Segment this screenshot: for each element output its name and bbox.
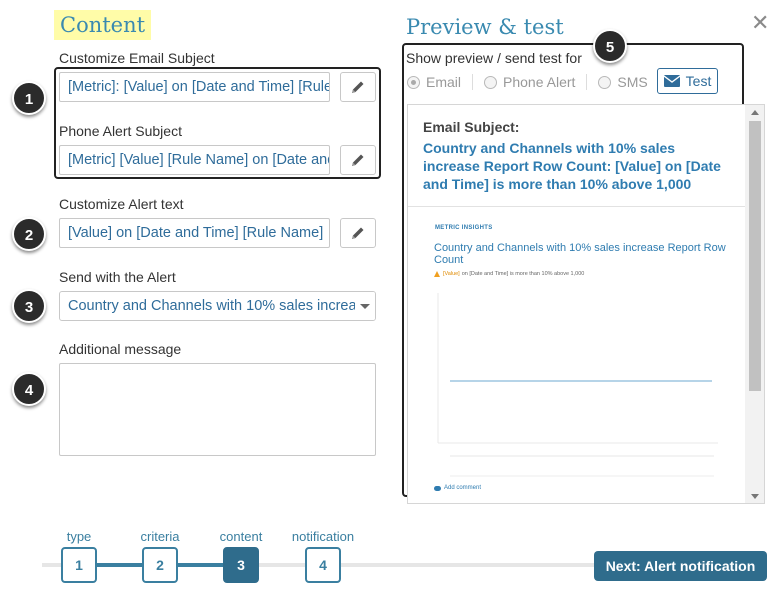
wizard-step-notification[interactable]: 4	[305, 547, 341, 583]
divider	[586, 74, 588, 90]
step-badge-3: 3	[12, 289, 46, 323]
preview-channel-options: Email Phone Alert SMS	[407, 70, 648, 94]
radio-email-label[interactable]: Email	[426, 74, 461, 90]
send-with-label: Send with the Alert	[59, 269, 176, 285]
mini-warning-text: on [Date and Time] is more than 10% abov…	[461, 271, 585, 277]
send-with-select[interactable]: Country and Channels with 10% sales incr…	[59, 291, 376, 321]
next-button[interactable]: Next: Alert notification	[594, 551, 767, 581]
divider	[408, 206, 745, 207]
radio-sms[interactable]	[598, 75, 612, 89]
wizard-step-criteria[interactable]: 2	[142, 547, 178, 583]
radio-phone-label[interactable]: Phone Alert	[503, 74, 575, 90]
step-badge-2: 2	[12, 217, 46, 251]
email-subject-preview-label: Email Subject:	[423, 119, 520, 135]
show-preview-label: Show preview / send test for	[406, 50, 582, 66]
content-title: Content	[54, 10, 152, 40]
additional-message-label: Additional message	[59, 341, 182, 357]
alert-text-field[interactable]: [Value] on [Date and Time] [Rule Name]	[59, 218, 330, 248]
mini-warning-value: [Value]	[443, 271, 460, 277]
scroll-down-icon[interactable]	[751, 494, 759, 499]
mini-chart-title: Country and Channels with 10% sales incr…	[434, 242, 726, 266]
radio-phone[interactable]	[484, 75, 498, 89]
add-comment-label: Add comment	[444, 485, 482, 491]
wizard-label-type: type	[66, 529, 92, 544]
metric-insights-logo: METRIC INSIGHTS	[435, 225, 493, 231]
wizard-label-content: content	[219, 529, 263, 544]
comment-icon	[434, 485, 441, 491]
mini-chart-thumbnail	[437, 293, 718, 477]
wizard-label-notification: notification	[291, 529, 355, 544]
test-button[interactable]: Test	[657, 68, 718, 94]
chevron-down-icon	[355, 292, 375, 320]
envelope-icon	[663, 75, 680, 87]
preview-scrollbar[interactable]	[745, 105, 764, 503]
radio-email[interactable]	[407, 75, 420, 89]
radio-sms-label[interactable]: SMS	[617, 74, 647, 90]
scroll-thumb[interactable]	[749, 121, 761, 391]
wizard-step-type[interactable]: 1	[61, 547, 97, 583]
wizard-step-content[interactable]: 3	[223, 547, 259, 583]
close-icon[interactable]: ✕	[751, 10, 769, 36]
preview-title: Preview & test	[406, 15, 564, 39]
step-badge-5: 5	[593, 29, 627, 63]
warning-icon	[434, 271, 440, 277]
additional-message-textarea[interactable]	[59, 363, 376, 456]
subject-group-outline	[54, 67, 381, 179]
alert-text-label: Customize Alert text	[59, 196, 184, 212]
add-comment-link[interactable]: Add comment	[434, 485, 481, 491]
email-subject-label: Customize Email Subject	[59, 50, 215, 66]
mini-warning-line: [Value] on [Date and Time] is more than …	[434, 271, 584, 277]
edit-alert-text-button[interactable]	[340, 218, 376, 248]
email-subject-preview: Country and Channels with 10% sales incr…	[423, 140, 721, 192]
test-button-label: Test	[685, 73, 712, 89]
scroll-up-icon[interactable]	[751, 110, 759, 115]
preview-pane[interactable]: Email Subject: Country and Channels with…	[407, 104, 765, 504]
divider	[472, 74, 474, 90]
pencil-icon	[352, 227, 364, 239]
step-badge-4: 4	[12, 372, 46, 406]
wizard-label-criteria: criteria	[140, 529, 180, 544]
step-badge-1: 1	[12, 81, 46, 115]
send-with-value: Country and Channels with 10% sales incr…	[68, 298, 375, 314]
